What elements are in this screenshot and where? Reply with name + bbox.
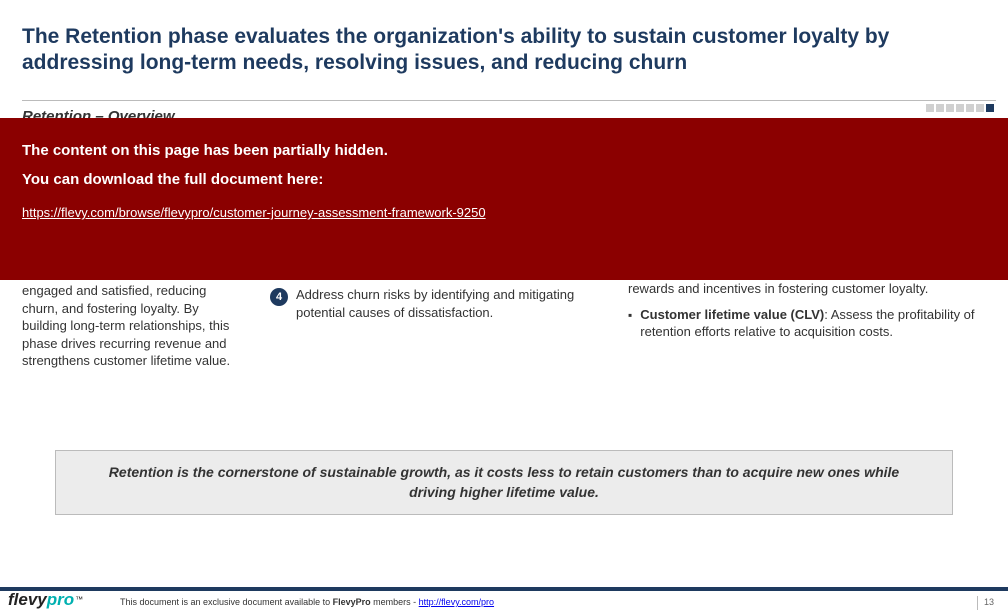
logo-tm: ™ bbox=[75, 595, 83, 604]
footer-text: This document is an exclusive document a… bbox=[120, 597, 494, 607]
step-item: 4 Address churn risks by identifying and… bbox=[270, 286, 610, 321]
progress-box bbox=[936, 104, 944, 112]
left-column-text: engaged and satisfied, reducing churn, a… bbox=[22, 282, 232, 370]
step-text: Address churn risks by identifying and m… bbox=[296, 286, 610, 321]
page-separator bbox=[977, 596, 978, 610]
bullet-marker-icon: ▪ bbox=[628, 308, 632, 341]
progress-box bbox=[946, 104, 954, 112]
progress-indicator bbox=[926, 104, 994, 112]
bullet-text: Customer lifetime value (CLV): Assess th… bbox=[640, 306, 988, 341]
content-hidden-overlay: The content on this page has been partia… bbox=[0, 118, 1008, 280]
bullet-item: ▪ Customer lifetime value (CLV): Assess … bbox=[628, 306, 988, 341]
progress-box bbox=[926, 104, 934, 112]
right-column: rewards and incentives in fostering cust… bbox=[628, 280, 988, 349]
logo-main: flevy bbox=[8, 590, 47, 610]
overlay-line2: You can download the full document here: bbox=[22, 171, 986, 188]
progress-box bbox=[976, 104, 984, 112]
page-number: 13 bbox=[984, 597, 994, 607]
slide: The Retention phase evaluates the organi… bbox=[0, 0, 1008, 612]
progress-box bbox=[956, 104, 964, 112]
progress-box bbox=[966, 104, 974, 112]
logo-accent: pro bbox=[47, 590, 74, 610]
flevypro-logo: flevypro™ bbox=[8, 587, 83, 612]
bullet-text: rewards and incentives in fostering cust… bbox=[628, 280, 928, 298]
step-number-badge: 4 bbox=[270, 288, 288, 306]
middle-column: 4 Address churn risks by identifying and… bbox=[270, 286, 610, 321]
title-divider bbox=[22, 100, 996, 101]
overlay-line1: The content on this page has been partia… bbox=[22, 142, 986, 159]
page-title: The Retention phase evaluates the organi… bbox=[22, 24, 986, 77]
progress-box bbox=[986, 104, 994, 112]
callout-box: Retention is the cornerstone of sustaina… bbox=[55, 450, 953, 515]
bullet-item: rewards and incentives in fostering cust… bbox=[628, 280, 988, 298]
overlay-download-link[interactable]: https://flevy.com/browse/flevypro/custom… bbox=[22, 205, 486, 220]
footer-link[interactable]: http://flevy.com/pro bbox=[419, 597, 494, 607]
